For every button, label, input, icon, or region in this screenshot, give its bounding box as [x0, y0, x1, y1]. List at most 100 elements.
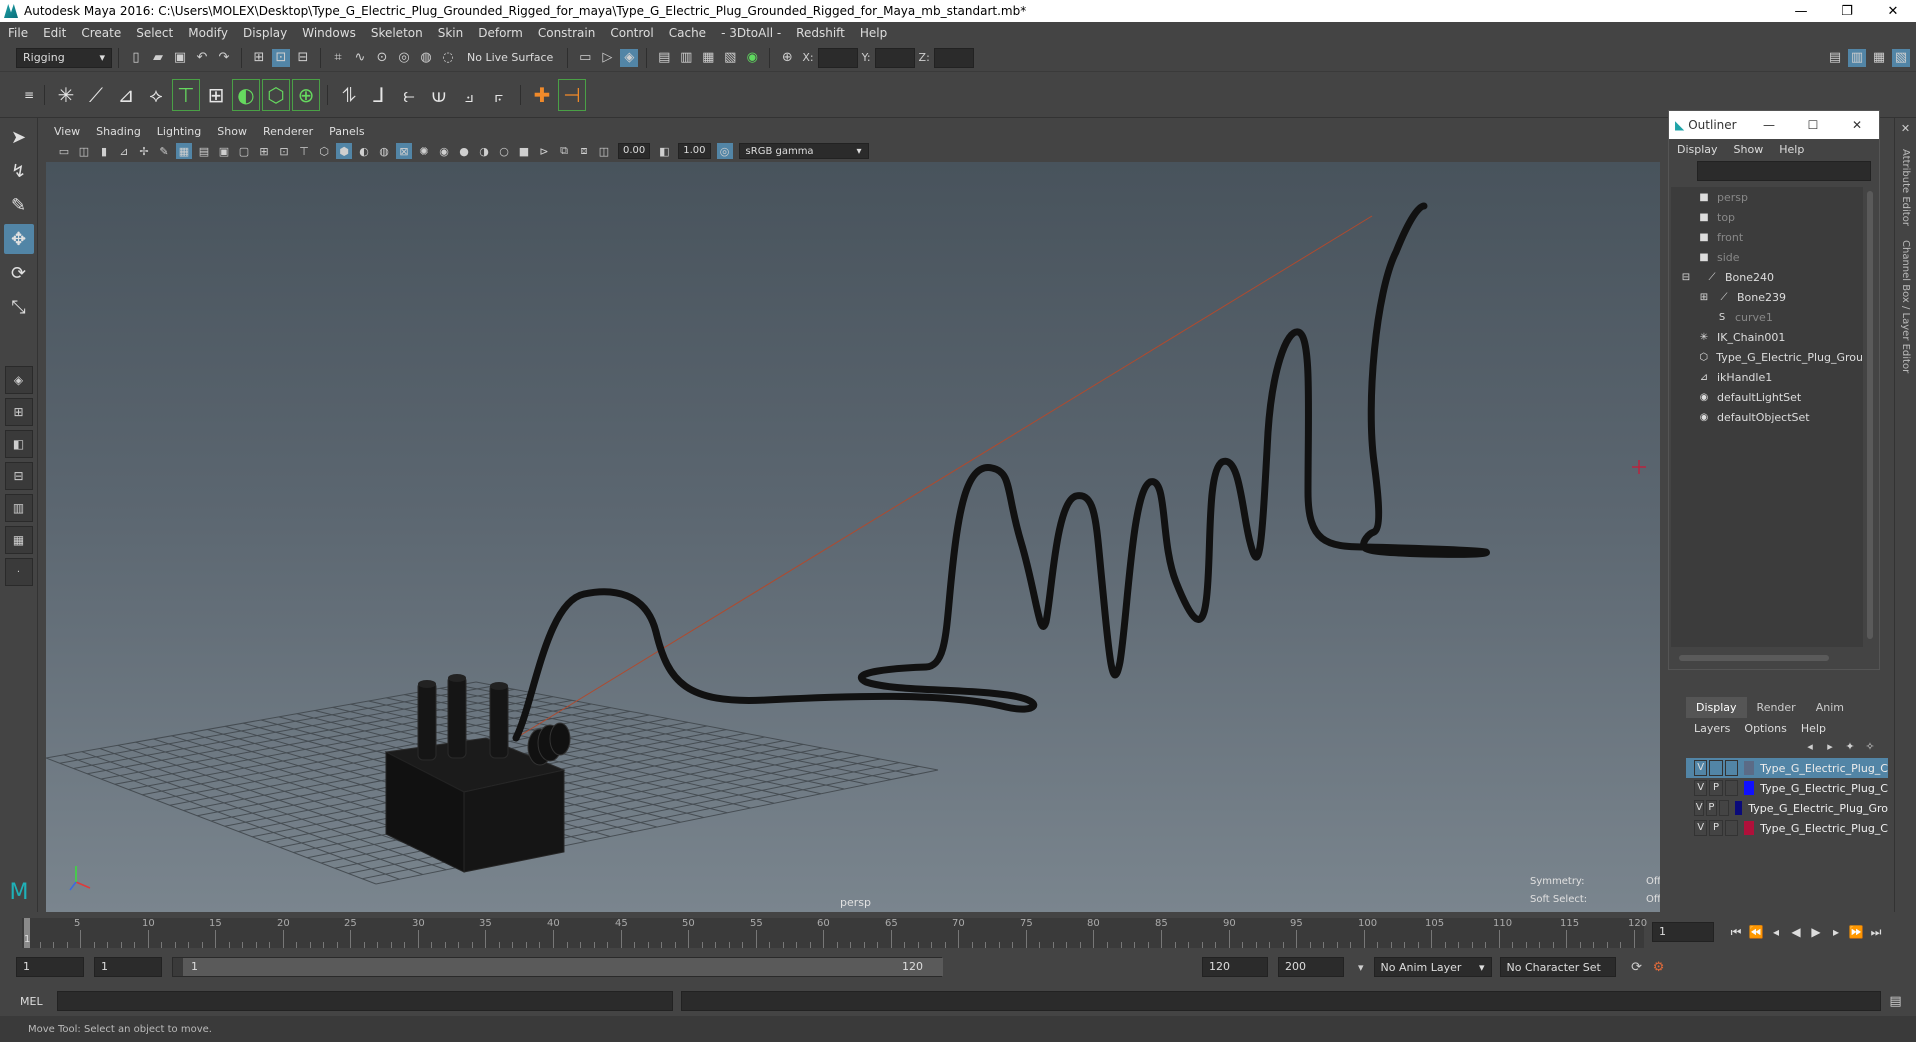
create-layer-icon[interactable]: ✦	[1842, 738, 1858, 754]
render-frame-icon[interactable]: ▤	[655, 49, 673, 67]
grease-pencil-icon[interactable]: ✎	[156, 143, 172, 159]
step-back-frame-icon[interactable]: ◂	[1766, 922, 1786, 942]
gate-mask-icon[interactable]: ▢	[236, 143, 252, 159]
wire-icon[interactable]: ⊕	[292, 78, 320, 111]
layer-row[interactable]: V P Type_G_Electric_Plug_C	[1686, 778, 1888, 798]
create-locator-icon[interactable]: ✳	[53, 80, 79, 110]
move-layer-down-icon[interactable]: ▸	[1822, 738, 1838, 754]
menu-control[interactable]: Control	[610, 26, 653, 40]
persp-graph-layout-icon[interactable]: ⊟	[4, 462, 33, 490]
outliner-item[interactable]: Scurve1	[1671, 307, 1863, 327]
wireframe-on-shaded-icon[interactable]: ◐	[356, 143, 372, 159]
attribute-editor-toggle-icon[interactable]: ▥	[1848, 48, 1866, 67]
channel-box-toggle-icon[interactable]: ▧	[1892, 48, 1910, 67]
mel-label[interactable]: MEL	[20, 995, 43, 1008]
viewport-menu-view[interactable]: View	[54, 125, 80, 138]
menu-display[interactable]: Display	[243, 26, 287, 40]
create-joint-icon[interactable]: ⟋	[83, 80, 109, 110]
anti-aliasing-icon[interactable]: ○	[496, 143, 512, 159]
image-plane-icon[interactable]: ⊿	[116, 143, 132, 159]
paint-select-icon[interactable]: ✎	[4, 190, 34, 220]
menu-deform[interactable]: Deform	[478, 26, 523, 40]
redo-icon[interactable]: ↷	[215, 49, 233, 67]
lasso-tool-icon[interactable]: ↯	[4, 156, 34, 186]
camera-attributes-icon[interactable]: ◫	[76, 143, 92, 159]
outliner-item[interactable]: ⊟ ⟋ Bone240	[1671, 267, 1863, 287]
outliner-item[interactable]: ⊿ ikHandle1	[1671, 367, 1863, 387]
viewport-menu-show[interactable]: Show	[217, 125, 247, 138]
animation-preferences-icon[interactable]: ⚙	[1650, 958, 1668, 976]
layer-color-swatch[interactable]	[1744, 821, 1755, 835]
outliner-search-input[interactable]	[1697, 161, 1871, 181]
film-gate-icon[interactable]: ▤	[196, 143, 212, 159]
outliner-item[interactable]: ■ front	[1671, 227, 1863, 247]
point-constraint-icon[interactable]: ✚	[529, 80, 555, 110]
hypershade-icon[interactable]: ▧	[721, 49, 739, 67]
paint-weights-icon[interactable]: ⥼	[396, 80, 422, 110]
snap-view-icon[interactable]: ◎	[395, 49, 413, 67]
range-slider[interactable]: 1 120	[172, 957, 943, 977]
viewport-menu-renderer[interactable]: Renderer	[263, 125, 313, 138]
viewport-menu-lighting[interactable]: Lighting	[157, 125, 201, 138]
safe-title-icon[interactable]: ⊤	[296, 143, 312, 159]
x-field[interactable]	[817, 47, 858, 68]
ik-handle-icon[interactable]: ⊿	[113, 80, 139, 110]
redshift-render-icon[interactable]: ◉	[743, 49, 761, 67]
menu-select[interactable]: Select	[136, 26, 173, 40]
menu-skin[interactable]: Skin	[438, 26, 464, 40]
tool-settings-toggle-icon[interactable]: ▦	[1870, 49, 1888, 67]
display-type-toggle[interactable]	[1724, 780, 1739, 796]
snap-grid-icon[interactable]: ⌗	[329, 49, 347, 67]
outliner-item[interactable]: ■ persp	[1671, 187, 1863, 207]
construction-history-icon[interactable]: ▭	[576, 49, 594, 67]
outliner-item[interactable]: ◉ defaultObjectSet	[1671, 407, 1863, 427]
display-type-toggle[interactable]	[1724, 820, 1739, 836]
mirror-weights-icon[interactable]: ⟒	[426, 80, 452, 110]
select-tool-icon[interactable]: ➤	[4, 122, 34, 152]
menuset-dropdown[interactable]: Rigging ▾	[16, 47, 112, 68]
ipr-icon[interactable]: ◈	[620, 48, 639, 67]
playback-toggle[interactable]: P	[1706, 800, 1717, 816]
aim-constraint-icon[interactable]: ⊣	[558, 78, 586, 111]
viewport-menu-shading[interactable]: Shading	[96, 125, 141, 138]
isolate-select-icon[interactable]: ⊳	[536, 143, 552, 159]
motion-blur-icon[interactable]: ◑	[476, 143, 492, 159]
menu-skeleton[interactable]: Skeleton	[371, 26, 423, 40]
four-view-layout-icon[interactable]: ⊞	[4, 398, 33, 426]
go-to-start-icon[interactable]: ⏮	[1726, 922, 1746, 942]
move-tool-icon[interactable]: ✥	[3, 224, 34, 254]
copy-weights-icon[interactable]: ⟓	[456, 80, 482, 110]
select-object-icon[interactable]: ⊡	[272, 48, 290, 67]
render-settings-icon[interactable]: ▦	[699, 49, 717, 67]
playback-end-field[interactable]: 120	[1202, 957, 1268, 977]
menu-help[interactable]: Help	[860, 26, 887, 40]
sculpt-icon[interactable]: ◐	[232, 78, 260, 111]
more-layouts-icon[interactable]: ·	[4, 558, 33, 586]
gamma-field[interactable]: 1.00	[678, 143, 711, 159]
layer-menu-options[interactable]: Options	[1744, 722, 1786, 735]
wrap-icon[interactable]: ⬡	[262, 78, 290, 111]
xray-icon[interactable]: ◍	[376, 143, 392, 159]
outliner-item[interactable]: ■ side	[1671, 247, 1863, 267]
safe-action-icon[interactable]: ⊡	[276, 143, 292, 159]
outliner-item[interactable]: ⊞ ⟋ Bone239	[1671, 287, 1863, 307]
close-icon[interactable]: ✕	[1895, 122, 1916, 135]
outliner-graph-layout-icon[interactable]: ▦	[4, 526, 33, 554]
rotate-tool-icon[interactable]: ⟳	[4, 258, 34, 288]
exposure-icon[interactable]: ◫	[596, 143, 612, 159]
tab-anim[interactable]: Anim	[1806, 697, 1854, 718]
layer-color-swatch[interactable]	[1744, 761, 1755, 775]
layer-row[interactable]: V P Type_G_Electric_Plug_C	[1686, 818, 1888, 838]
menu-cache[interactable]: Cache	[669, 26, 706, 40]
character-set-dropdown[interactable]: No Character Set	[1499, 957, 1616, 977]
menu-edit[interactable]: Edit	[43, 26, 66, 40]
single-perspective-layout-icon[interactable]: ◈	[4, 366, 33, 394]
animation-start-field[interactable]: 1	[16, 957, 84, 977]
bind-skin-icon[interactable]: ⥮	[336, 80, 362, 110]
snap-curve-icon[interactable]: ∿	[351, 49, 369, 67]
playback-start-field[interactable]: 1	[94, 957, 162, 977]
collapse-icon[interactable]: ⊟	[1679, 272, 1693, 283]
outliner-menu-help[interactable]: Help	[1779, 143, 1804, 156]
shelf-menu-icon[interactable]: ≡	[22, 80, 36, 110]
play-forwards-icon[interactable]: ▶	[1806, 922, 1826, 942]
